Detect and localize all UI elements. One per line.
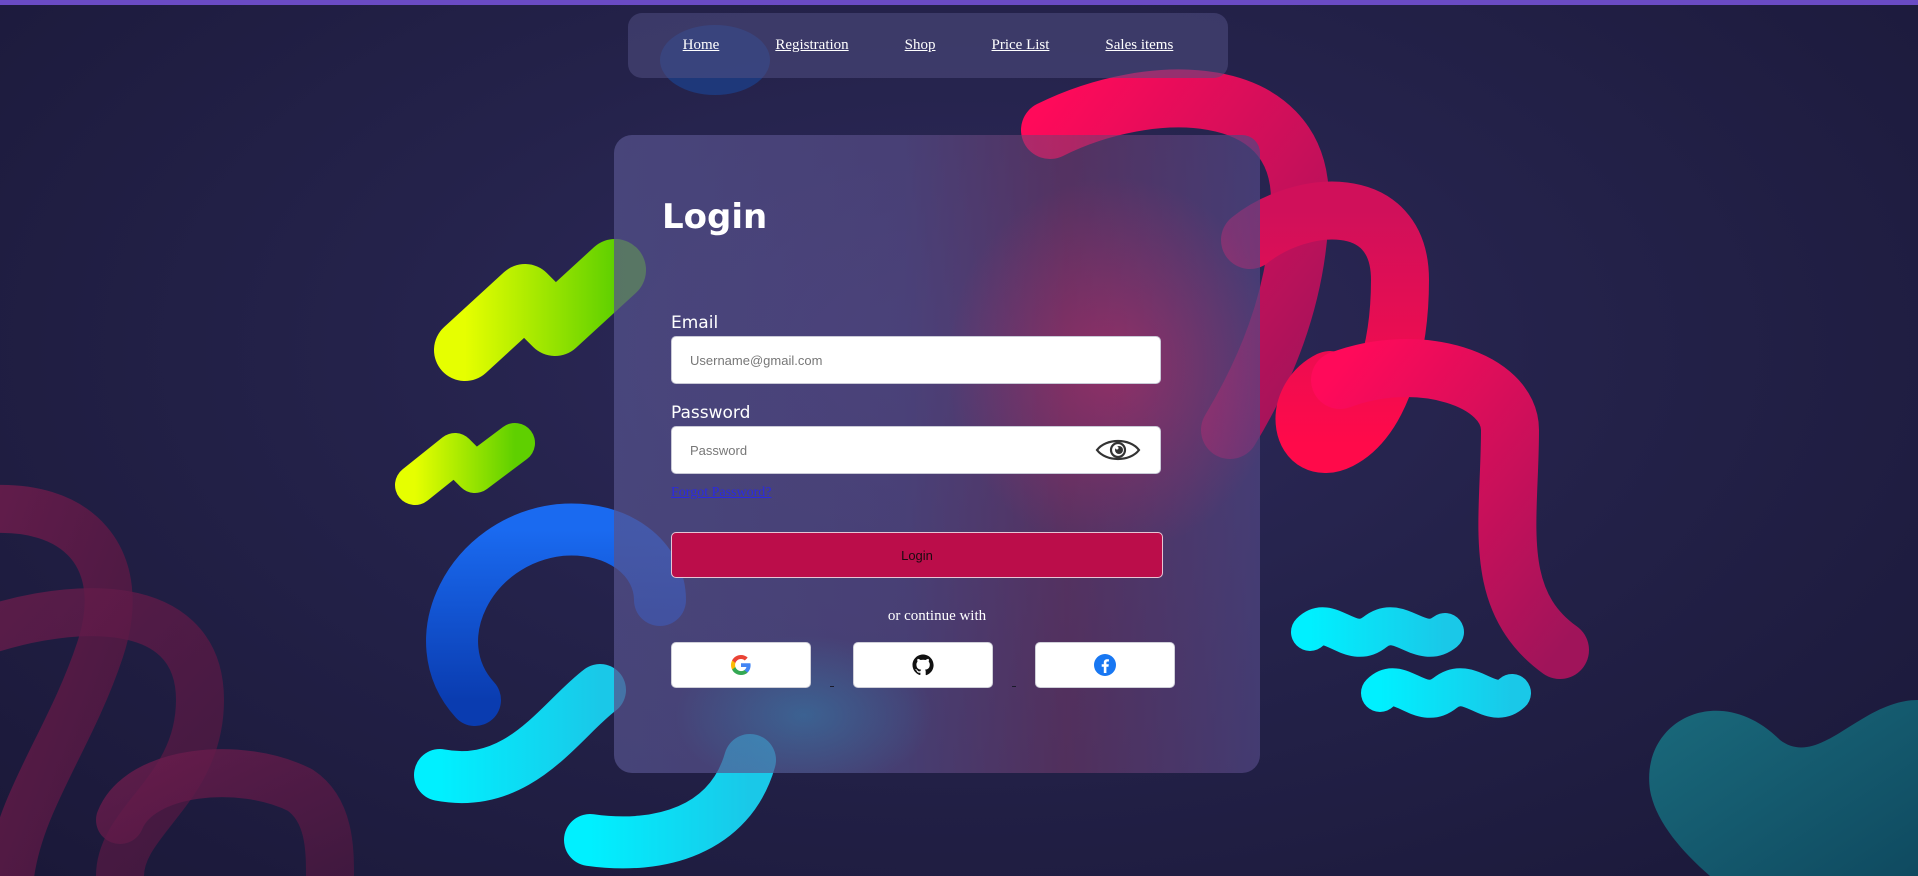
top-navigation: Home Registration Shop Price List Sales … [628, 13, 1228, 78]
google-login-button[interactable] [671, 642, 811, 688]
forgot-password-link[interactable]: Forgot Password? [671, 485, 771, 501]
github-login-button[interactable] [853, 642, 993, 688]
email-input[interactable] [672, 337, 1090, 383]
facebook-icon [1094, 654, 1116, 676]
nav-link-price-list[interactable]: Price List [992, 37, 1050, 54]
login-card: Login Email Password Forgot Password? Lo… [614, 135, 1260, 773]
login-title: Login [662, 197, 768, 237]
separator-mark [1012, 686, 1016, 687]
email-field-wrapper [671, 336, 1161, 384]
divider-text: or continue with [887, 608, 987, 624]
nav-link-registration[interactable]: Registration [775, 37, 848, 54]
password-field-wrapper [671, 426, 1161, 474]
email-label: Email [671, 313, 719, 333]
password-label: Password [671, 403, 751, 423]
password-input[interactable] [672, 427, 1090, 473]
facebook-login-button[interactable] [1035, 642, 1175, 688]
github-icon [912, 654, 934, 676]
separator-mark [830, 686, 834, 687]
eye-icon[interactable] [1094, 434, 1142, 466]
nav-link-home[interactable]: Home [683, 37, 720, 54]
nav-link-sales-items[interactable]: Sales items [1105, 37, 1173, 54]
nav-link-shop[interactable]: Shop [905, 37, 936, 54]
login-button[interactable]: Login [671, 532, 1163, 578]
google-icon [731, 655, 751, 675]
